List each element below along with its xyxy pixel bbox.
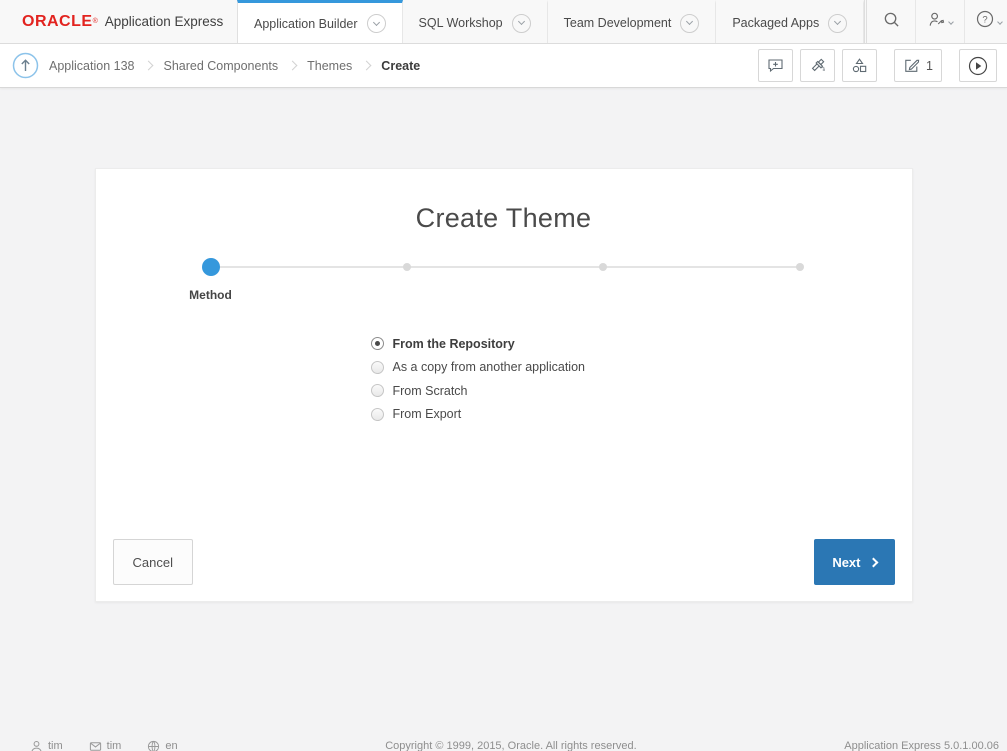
app-logo: ORACLE® Application Express: [0, 0, 237, 43]
breadcrumb-shared-components[interactable]: Shared Components: [163, 59, 278, 73]
radio-option-label: As a copy from another application: [393, 360, 585, 374]
footer-session-info: tim tim en: [30, 739, 178, 751]
radio-option-label: From Export: [393, 407, 462, 421]
chevron-down-icon[interactable]: [828, 14, 847, 33]
radio-option-from-export[interactable]: From Export: [371, 403, 912, 427]
progress-line: [211, 266, 800, 268]
tab-label: Packaged Apps: [732, 16, 819, 30]
administration-menu-button[interactable]: [916, 0, 965, 43]
svg-text:?: ?: [983, 15, 988, 26]
shapes-icon: [851, 57, 868, 74]
shared-components-button[interactable]: [842, 49, 877, 82]
radio-option-copy-from-application[interactable]: As a copy from another application: [371, 356, 912, 380]
page-footer: tim tim en Copyright © 1999, 2015,: [0, 739, 1007, 751]
tab-team-development[interactable]: Team Development: [548, 0, 717, 43]
chevron-down-icon: [997, 19, 1003, 25]
help-menu-button[interactable]: ?: [965, 0, 1007, 43]
chevron-down-icon[interactable]: [680, 14, 699, 33]
radio-option-label: From Scratch: [393, 384, 468, 398]
footer-workspace-name: tim: [107, 739, 122, 751]
search-icon: [883, 11, 900, 33]
globe-icon: [147, 740, 160, 751]
feedback-button[interactable]: [758, 49, 793, 82]
cancel-button[interactable]: Cancel: [113, 539, 193, 585]
wizard-button-bar: Cancel Next: [96, 539, 912, 601]
chevron-down-icon[interactable]: [512, 14, 531, 33]
up-arrow-icon: [12, 67, 39, 82]
breadcrumb-application[interactable]: Application 138: [49, 59, 134, 73]
play-icon: [968, 56, 988, 76]
chevron-down-icon[interactable]: [367, 14, 386, 33]
footer-user-name: tim: [48, 739, 63, 751]
edit-pencil-icon: [903, 57, 920, 74]
chevron-right-icon: [362, 61, 372, 71]
user-icon: [30, 740, 43, 751]
flashlight-icon: [809, 57, 826, 74]
step-label-method: Method: [189, 288, 232, 302]
help-icon: ?: [976, 10, 994, 33]
registered-mark: ®: [93, 17, 98, 27]
search-button[interactable]: [867, 0, 916, 43]
method-radio-group: From the Repository As a copy from anoth…: [371, 332, 912, 426]
breadcrumb-create: Create: [381, 59, 420, 73]
chevron-right-icon: [144, 61, 154, 71]
chevron-right-icon: [868, 557, 878, 567]
radio-button-icon[interactable]: [371, 384, 384, 397]
wizard-progress-train: Method: [96, 257, 912, 309]
step-dot-method: [202, 258, 220, 276]
radio-button-icon[interactable]: [371, 408, 384, 421]
tab-sql-workshop[interactable]: SQL Workshop: [403, 0, 548, 43]
utilities-button[interactable]: [800, 49, 835, 82]
step-dot-4: [796, 263, 804, 271]
footer-user: tim: [30, 739, 63, 751]
tab-label: Application Builder: [254, 17, 358, 31]
run-page-button[interactable]: [959, 49, 997, 82]
breadcrumb-themes[interactable]: Themes: [307, 59, 352, 73]
radio-option-from-repository[interactable]: From the Repository: [371, 332, 912, 356]
step-dot-2: [403, 263, 411, 271]
next-button[interactable]: Next: [814, 539, 894, 585]
step-dot-3: [599, 263, 607, 271]
footer-language-code: en: [165, 739, 177, 751]
tab-label: Team Development: [564, 16, 672, 30]
footer-copyright: Copyright © 1999, 2015, Oracle. All righ…: [178, 739, 845, 751]
edit-page-button[interactable]: 1: [894, 49, 942, 82]
envelope-icon: [89, 740, 102, 751]
tab-label: SQL Workshop: [419, 16, 503, 30]
page-title: Create Theme: [96, 199, 912, 237]
feedback-bubble-icon: [767, 57, 784, 74]
page-body: Create Theme Method From the Repository …: [0, 88, 1007, 751]
next-button-label: Next: [832, 555, 860, 570]
page-action-buttons: 1: [751, 49, 997, 82]
breadcrumb-bar: Application 138 Shared Components Themes…: [0, 44, 1007, 88]
radio-button-icon[interactable]: [371, 361, 384, 374]
breadcrumb: Application 138 Shared Components Themes…: [49, 59, 420, 73]
edit-page-number: 1: [926, 59, 933, 73]
oracle-logo: ORACLE: [22, 13, 93, 31]
chevron-down-icon: [948, 19, 954, 25]
nav-tools: ?: [864, 0, 1007, 43]
admin-wrench-icon: [928, 11, 945, 33]
radio-button-icon[interactable]: [371, 337, 384, 350]
radio-option-label: From the Repository: [393, 337, 515, 351]
footer-workspace: tim: [89, 739, 122, 751]
tab-packaged-apps[interactable]: Packaged Apps: [716, 0, 864, 43]
footer-version: Application Express 5.0.1.00.06: [844, 739, 999, 751]
create-theme-wizard-card: Create Theme Method From the Repository …: [95, 168, 913, 602]
up-one-level-button[interactable]: [12, 52, 39, 79]
footer-language: en: [147, 739, 177, 751]
tab-application-builder[interactable]: Application Builder: [237, 0, 403, 44]
radio-option-from-scratch[interactable]: From Scratch: [371, 379, 912, 403]
top-navigation-bar: ORACLE® Application Express Application …: [0, 0, 1007, 44]
product-name: Application Express: [105, 14, 224, 29]
chevron-right-icon: [288, 61, 298, 71]
